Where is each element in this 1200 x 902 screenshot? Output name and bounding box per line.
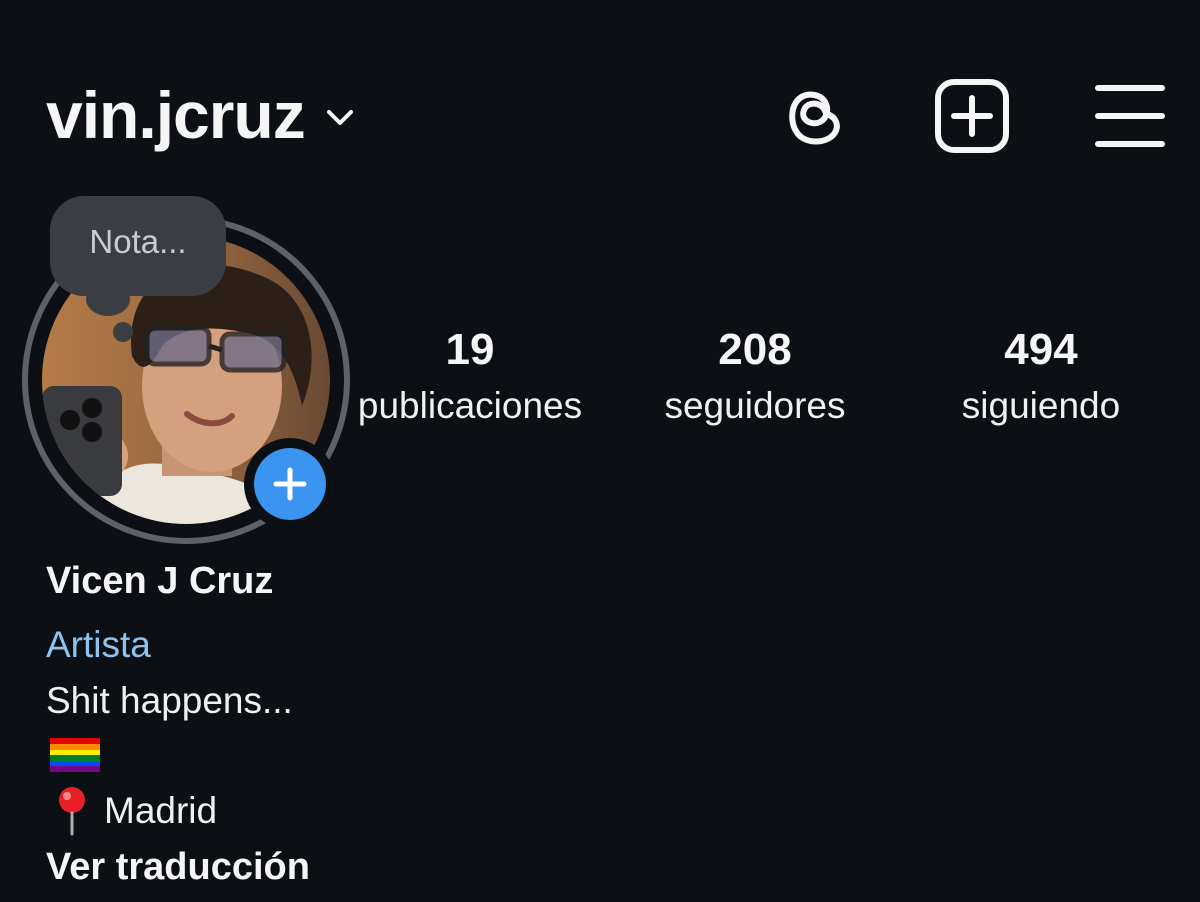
following-label: siguiendo [961, 385, 1121, 426]
add-story-circle [254, 448, 326, 520]
location-text: Madrid [104, 790, 218, 831]
posts-stat[interactable]: 19 publicaciones [342, 326, 598, 432]
following-count: 494 [1004, 325, 1078, 374]
see-translation-link[interactable]: Ver traducción [46, 844, 310, 890]
note-bubble-tail [86, 282, 130, 316]
posts-label: publicaciones [357, 385, 583, 426]
location-row: Madrid [54, 786, 217, 836]
followers-stat[interactable]: 208 seguidores [636, 326, 874, 432]
rainbow-flag-icon [50, 738, 100, 772]
account-switcher[interactable]: vin.jcruz [46, 78, 357, 152]
note-bubble-tail-dot [113, 322, 133, 342]
category-label: Artista [46, 624, 151, 665]
posts-count: 19 [445, 325, 495, 374]
profile-screen: vin.jcruz Nota... 19 publicaciones 208 s… [0, 0, 1200, 902]
bio-text: Shit happens... [46, 680, 293, 721]
full-name: Vicen J Cruz [46, 560, 274, 602]
threads-icon[interactable] [778, 78, 854, 154]
chevron-down-icon [326, 110, 353, 125]
note-placeholder: Nota... [89, 223, 187, 260]
username: vin.jcruz [46, 78, 306, 152]
note-bubble[interactable]: Nota... [50, 196, 226, 296]
new-post-icon[interactable] [934, 78, 1010, 154]
plus-icon [273, 467, 307, 501]
add-story-button[interactable] [244, 438, 336, 530]
pin-icon [59, 787, 85, 836]
following-stat[interactable]: 494 siguiendo [930, 326, 1152, 432]
followers-label: seguidores [664, 385, 846, 426]
followers-count: 208 [718, 325, 792, 374]
menu-icon[interactable] [1092, 78, 1168, 154]
